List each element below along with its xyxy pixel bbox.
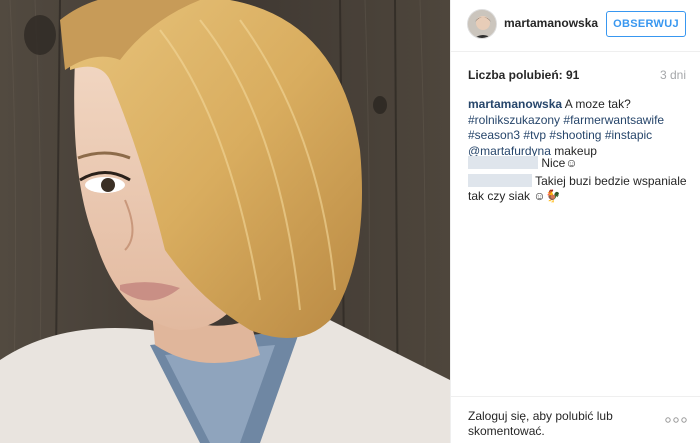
hashtag-link[interactable]: #shooting — [549, 128, 601, 142]
comment-list: Nice☺ Takiej buzi bedzie wspaniale tak c… — [468, 156, 690, 207]
caption-username[interactable]: martamanowska — [468, 97, 562, 111]
hashtag-link[interactable]: #tvp — [523, 128, 546, 142]
more-options-icon[interactable] — [665, 417, 687, 423]
post-header: martamanowska OBSERWUJ — [451, 0, 700, 52]
follow-button[interactable]: OBSERWUJ — [606, 11, 686, 37]
hashtag-link[interactable]: #instapic — [605, 128, 652, 142]
avatar[interactable] — [467, 9, 497, 39]
caption-text: A moze tak? — [562, 97, 631, 111]
redacted-username — [468, 174, 532, 187]
hashtag-link[interactable]: #season3 — [468, 128, 520, 142]
post-caption: martamanowska A moze tak? #rolnikszukazo… — [468, 97, 690, 159]
avatar-image — [468, 10, 496, 38]
username-link[interactable]: martamanowska — [504, 16, 598, 30]
post-footer: Zaloguj się, aby polubić lub skomentować… — [451, 396, 700, 443]
redacted-username — [468, 156, 538, 169]
hashtag-link[interactable]: #farmerwantsawife — [563, 113, 664, 127]
post-time[interactable]: 3 dni — [660, 68, 686, 82]
hashtag-link[interactable]: #rolnikszukazony — [468, 113, 560, 127]
comment-item: Takiej buzi bedzie wspaniale tak czy sia… — [468, 174, 690, 204]
likes-row: Liczba polubień: 91 3 dni — [468, 68, 686, 84]
photo-illustration — [0, 0, 450, 443]
login-prompt[interactable]: Zaloguj się, aby polubić lub skomentować… — [468, 409, 658, 439]
likes-count[interactable]: Liczba polubień: 91 — [468, 68, 579, 82]
comment-text: Nice☺ — [541, 156, 578, 170]
comment-item: Nice☺ — [468, 156, 690, 171]
post-sidebar: martamanowska OBSERWUJ Liczba polubień: … — [450, 0, 700, 443]
post-photo[interactable] — [0, 0, 450, 443]
